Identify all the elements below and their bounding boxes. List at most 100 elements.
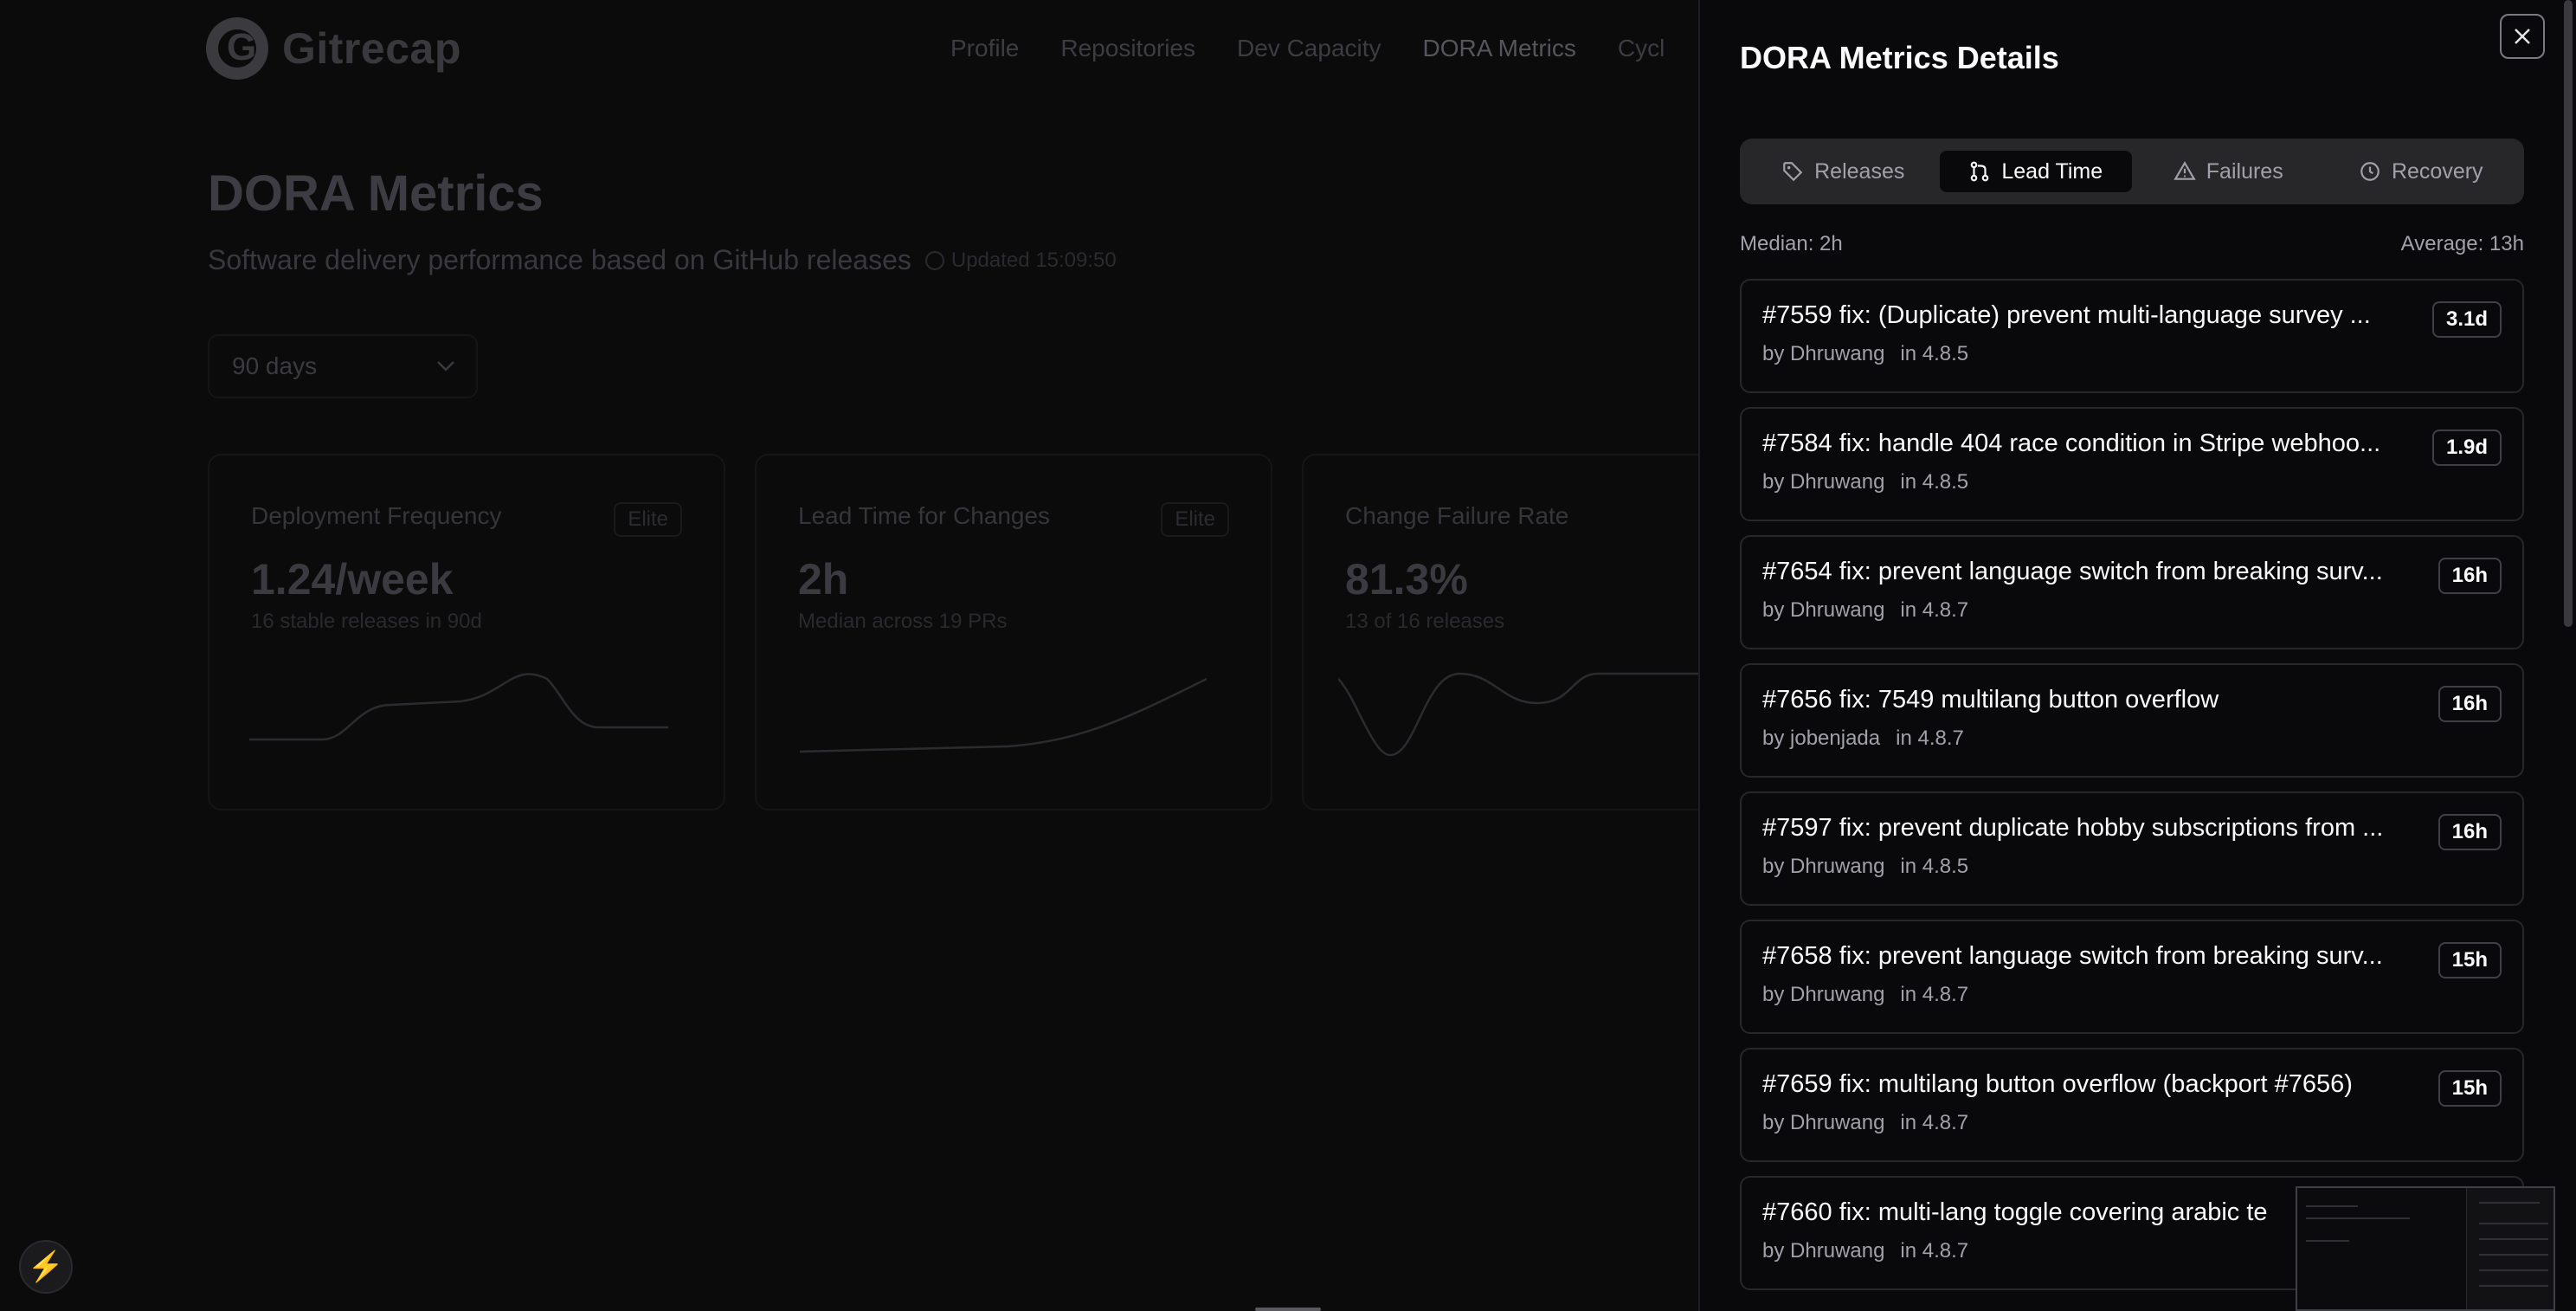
updated-label: Updated 15:09:50 — [950, 248, 1117, 272]
pr-release: in 4.8.7 — [1896, 727, 1964, 750]
metric-card-deployment-frequency[interactable]: Deployment Frequency Elite 1.24/week 16 … — [208, 454, 725, 810]
app-name: Gitrecap — [282, 24, 461, 73]
lead-time-badge: 16h — [2438, 814, 2502, 850]
pr-title: #7559 fix: (Duplicate) prevent multi-lan… — [1762, 301, 2371, 329]
top-navbar: Gitrecap Profile Repositories Dev Capaci… — [0, 0, 1698, 104]
card-value: 1.24/week — [251, 555, 454, 604]
pr-list-item[interactable]: #7654 fix: prevent language switch from … — [1740, 535, 2524, 649]
nav-profile[interactable]: Profile — [950, 35, 1019, 62]
tab-label: Releases — [1814, 158, 1905, 184]
preview-line — [2479, 1202, 2540, 1204]
pr-author: by jobenjada — [1762, 727, 1881, 750]
pr-title: #7656 fix: 7549 multilang button overflo… — [1762, 686, 2219, 714]
drawer-tabs: Releases Lead Time Failures Recovery — [1740, 139, 2524, 204]
pr-release: in 4.8.7 — [1900, 598, 1969, 622]
pr-release: in 4.8.7 — [1900, 1111, 1969, 1134]
preview-line — [2306, 1205, 2358, 1207]
pr-meta: by Dhruwang in 4.8.7 — [1762, 1111, 2502, 1135]
lead-time-summary: Median: 2h Average: 13h — [1740, 232, 2524, 256]
tab-label: Failures — [2206, 158, 2283, 184]
card-note: 13 of 16 releases — [1345, 610, 1505, 633]
pr-meta: by Dhruwang in 4.8.5 — [1762, 470, 2502, 494]
pr-title: #7597 fix: prevent duplicate hobby subsc… — [1762, 814, 2384, 842]
page-subtitle-row: Software delivery performance based on G… — [208, 244, 1117, 276]
lead-time-badge: 16h — [2438, 558, 2502, 594]
preview-line — [2306, 1240, 2349, 1242]
pr-meta: by Dhruwang in 4.8.7 — [1762, 598, 2502, 623]
sparkline-chart — [799, 677, 1208, 753]
card-value: 2h — [798, 555, 849, 604]
drawer-scrollbar[interactable] — [2564, 0, 2573, 627]
pr-list-item[interactable]: #7656 fix: 7549 multilang button overflo… — [1740, 663, 2524, 778]
tab-label: Lead Time — [2001, 158, 2103, 184]
sparkline-chart — [1338, 672, 1698, 757]
pr-author: by Dhruwang — [1762, 342, 1885, 365]
warning-triangle-icon — [2174, 161, 2196, 180]
close-drawer-button[interactable] — [2500, 14, 2545, 59]
median-label: Median: 2h — [1740, 232, 1843, 255]
pr-release: in 4.8.5 — [1900, 342, 1969, 365]
pr-author: by Dhruwang — [1762, 855, 1885, 878]
pr-author: by Dhruwang — [1762, 983, 1885, 1006]
date-range-select[interactable]: 90 days — [208, 334, 478, 398]
pr-release: in 4.8.5 — [1900, 470, 1969, 494]
metric-card-change-failure-rate[interactable]: Change Failure Rate 81.3% 13 of 16 relea… — [1302, 454, 1698, 810]
gitrecap-logo-icon — [206, 17, 268, 80]
average-label: Average: 13h — [2400, 232, 2524, 255]
card-value: 81.3% — [1345, 555, 1468, 604]
preview-line — [2479, 1254, 2548, 1256]
pr-release: in 4.8.7 — [1900, 1239, 1969, 1263]
pr-list: #7559 fix: (Duplicate) prevent multi-lan… — [1740, 279, 2524, 1304]
updated-timestamp: Updated 15:09:50 — [924, 248, 1117, 273]
drawer-title: DORA Metrics Details — [1740, 40, 2059, 75]
preview-line — [2479, 1223, 2548, 1224]
lightning-bolt-icon[interactable]: ⚡ — [19, 1240, 73, 1294]
pr-list-item[interactable]: #7559 fix: (Duplicate) prevent multi-lan… — [1740, 279, 2524, 393]
nav-dev-capacity[interactable]: Dev Capacity — [1237, 35, 1381, 62]
pr-author: by Dhruwang — [1762, 470, 1885, 494]
preview-line — [2479, 1285, 2548, 1287]
pr-title: #7654 fix: prevent language switch from … — [1762, 558, 2383, 585]
card-note: 16 stable releases in 90d — [251, 610, 482, 633]
nav-repositories[interactable]: Repositories — [1060, 35, 1195, 62]
pr-meta: by Dhruwang in 4.8.5 — [1762, 342, 2502, 366]
pr-list-item[interactable]: #7597 fix: prevent duplicate hobby subsc… — [1740, 791, 2524, 906]
pr-title: #7584 fix: handle 404 race condition in … — [1762, 429, 2381, 457]
pr-list-item[interactable]: #7658 fix: prevent language switch from … — [1740, 920, 2524, 1034]
main-nav: Profile Repositories Dev Capacity DORA M… — [950, 35, 1665, 62]
tab-lead-time[interactable]: Lead Time — [1939, 151, 2132, 192]
resize-handle[interactable] — [1255, 1308, 1321, 1311]
page-title: DORA Metrics — [208, 165, 544, 222]
lead-time-badge: 16h — [2438, 686, 2502, 722]
tab-releases[interactable]: Releases — [1747, 151, 1940, 192]
pr-release: in 4.8.7 — [1900, 983, 1969, 1006]
pr-title: #7659 fix: multilang button overflow (ba… — [1762, 1070, 2353, 1098]
nav-cycle[interactable]: Cycl — [1618, 35, 1665, 62]
background-page: Gitrecap Profile Repositories Dev Capaci… — [0, 0, 1698, 1311]
pr-author: by Dhruwang — [1762, 1239, 1885, 1263]
clock-icon — [924, 250, 944, 270]
lead-time-badge: 15h — [2438, 942, 2502, 978]
preview-drawer — [2466, 1188, 2553, 1309]
screen-preview-thumbnail[interactable] — [2296, 1186, 2555, 1311]
lead-time-badge: 1.9d — [2431, 429, 2502, 466]
nav-dora-metrics[interactable]: DORA Metrics — [1423, 35, 1576, 62]
pr-meta: by Dhruwang in 4.8.5 — [1762, 855, 2502, 879]
tab-label: Recovery — [2391, 158, 2483, 184]
git-pull-request-icon — [1971, 161, 1989, 182]
pr-list-item[interactable]: #7659 fix: multilang button overflow (ba… — [1740, 1048, 2524, 1162]
pr-author: by Dhruwang — [1762, 1111, 1885, 1134]
tag-icon — [1783, 162, 1803, 182]
preview-line — [2479, 1238, 2548, 1240]
card-note: Median across 19 PRs — [798, 610, 1008, 633]
pr-list-item[interactable]: #7584 fix: handle 404 race condition in … — [1740, 407, 2524, 521]
preview-line — [2479, 1269, 2548, 1271]
close-icon — [2515, 29, 2530, 44]
lead-time-badge: 15h — [2438, 1070, 2502, 1107]
lead-time-badge: 3.1d — [2431, 301, 2502, 338]
tab-failures[interactable]: Failures — [2132, 151, 2325, 192]
app-logo[interactable]: Gitrecap — [206, 17, 461, 80]
tab-recovery[interactable]: Recovery — [2325, 151, 2518, 192]
metric-card-lead-time[interactable]: Lead Time for Changes Elite 2h Median ac… — [755, 454, 1272, 810]
chevron-down-icon — [437, 361, 454, 371]
